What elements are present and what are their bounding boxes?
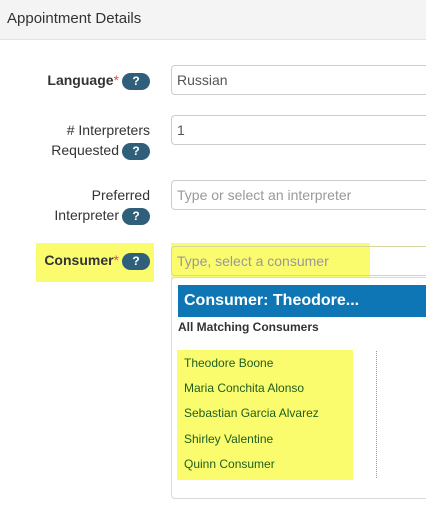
- consumer-dropdown: Consumer: Theodore... All Matching Consu…: [171, 277, 426, 499]
- language-input[interactable]: Russian: [171, 65, 426, 95]
- interpreters-label-line2-row: Requested?: [0, 140, 150, 160]
- preferred-interpreter-input[interactable]: Type or select an interpreter: [171, 180, 426, 210]
- interpreters-label-line2: Requested: [51, 142, 119, 158]
- consumer-option-shirley-valentine[interactable]: Shirley Valentine: [184, 431, 273, 447]
- preferred-label-group: Preferred Interpreter?: [0, 185, 150, 225]
- consumer-label-group: Consumer*?: [0, 250, 150, 270]
- dropdown-subheader: All Matching Consumers: [178, 320, 319, 334]
- preferred-label-line2-row: Interpreter?: [0, 205, 150, 225]
- interpreters-input[interactable]: 1: [171, 115, 426, 145]
- preferred-label-line1: Preferred: [91, 187, 150, 203]
- help-icon[interactable]: ?: [122, 207, 150, 225]
- consumer-label: Consumer: [44, 252, 114, 268]
- section-title: Appointment Details: [7, 10, 142, 27]
- interpreters-label-line1: # Interpreters: [66, 122, 150, 138]
- help-icon[interactable]: ?: [122, 72, 150, 90]
- consumer-option-maria-conchita-alonso[interactable]: Maria Conchita Alonso: [184, 380, 304, 396]
- column-divider: [376, 351, 377, 478]
- dropdown-header: Consumer: Theodore...: [178, 285, 426, 317]
- consumer-option-sebastian-garcia-alvarez[interactable]: Sebastian Garcia Alvarez: [184, 405, 319, 421]
- interpreters-label-group: # Interpreters Requested?: [0, 120, 150, 160]
- consumer-option-theodore-boone[interactable]: Theodore Boone: [184, 355, 273, 371]
- help-icon[interactable]: ?: [122, 142, 150, 160]
- required-marker: *: [113, 72, 119, 88]
- language-label-group: Language*?: [0, 70, 150, 90]
- section-header: Appointment Details: [0, 0, 426, 40]
- preferred-label-line2: Interpreter: [54, 207, 119, 223]
- consumer-option-quinn-consumer[interactable]: Quinn Consumer: [184, 456, 275, 472]
- language-label: Language: [47, 72, 114, 88]
- required-marker: *: [113, 252, 119, 268]
- consumer-input[interactable]: Type, select a consumer: [171, 246, 426, 276]
- help-icon[interactable]: ?: [122, 252, 150, 270]
